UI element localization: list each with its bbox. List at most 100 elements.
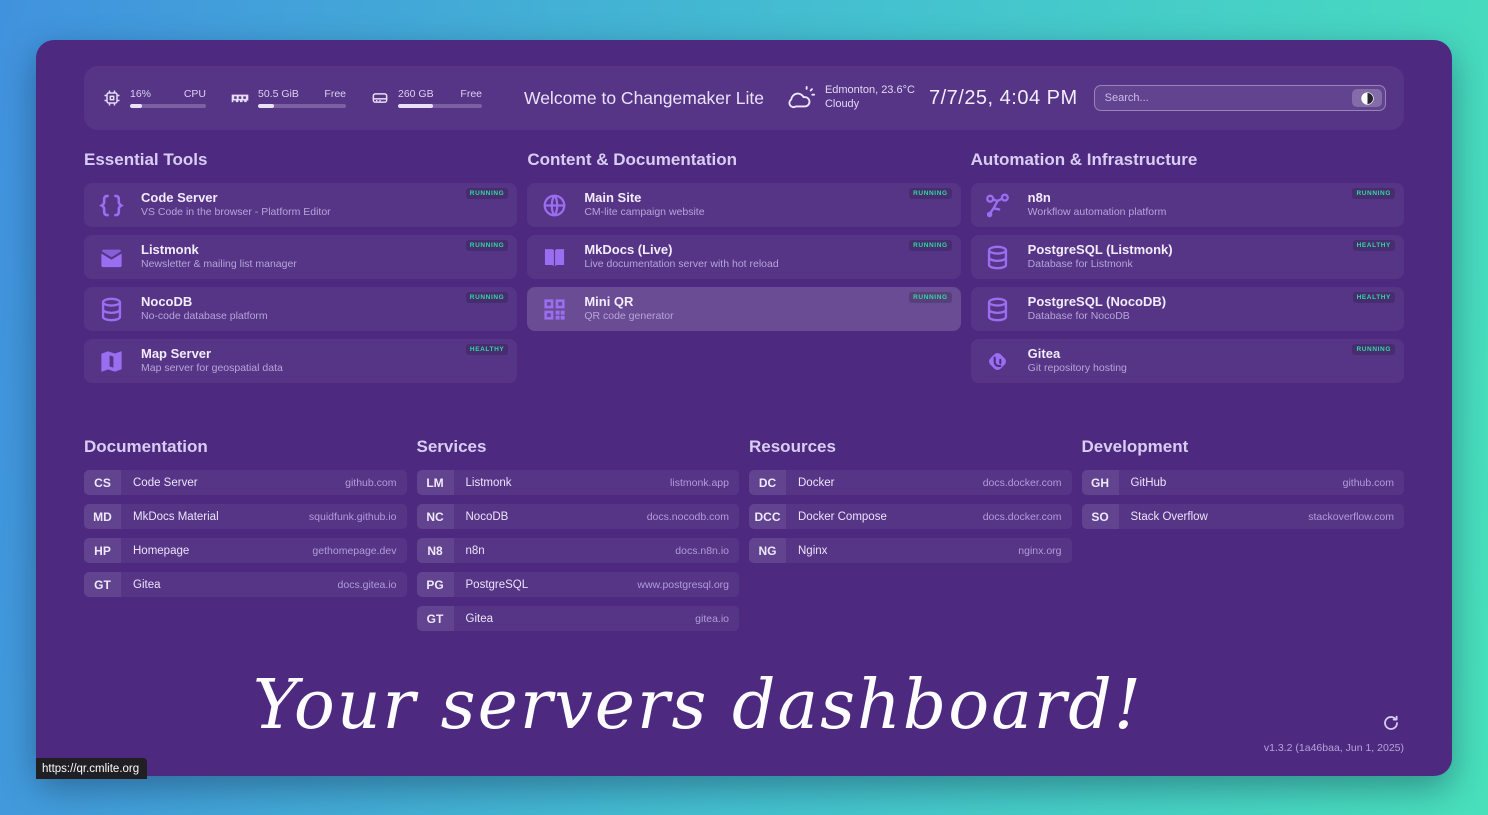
service-text: Code ServerVS Code in the browser - Plat… — [141, 190, 331, 220]
status-badge: RUNNING — [1352, 344, 1395, 355]
bookmark-item[interactable]: NGNginxnginx.org — [749, 538, 1072, 563]
memory-icon — [230, 88, 250, 108]
dashboard-panel: 16% CPU 50.5 GiB Free — [36, 40, 1452, 776]
status-badge: HEALTHY — [466, 344, 508, 355]
service-text: PostgreSQL (Listmonk)Database for Listmo… — [1028, 242, 1173, 272]
bookmark-url: stackoverflow.com — [1308, 511, 1394, 523]
refresh-icon — [1382, 714, 1400, 732]
service-description: VS Code in the browser - Platform Editor — [141, 206, 331, 220]
weather-location-temp: Edmonton, 23.6°C — [825, 84, 915, 98]
bookmark-item[interactable]: CSCode Servergithub.com — [84, 470, 407, 495]
tagline-text: Your servers dashboard! — [38, 666, 1358, 745]
duckduckgo-icon — [1361, 92, 1374, 105]
bookmark-abbr: NC — [417, 504, 454, 529]
bookmark-url: gethomepage.dev — [312, 545, 396, 557]
service-text: Mini QRQR code generator — [584, 294, 673, 324]
service-text: Main SiteCM-lite campaign website — [584, 190, 704, 220]
cpu-label: CPU — [184, 88, 206, 100]
bookmark-item[interactable]: N8n8ndocs.n8n.io — [417, 538, 740, 563]
bookmark-url: docs.nocodb.com — [647, 511, 729, 523]
bookmark-group-title: Services — [417, 437, 740, 457]
service-text: NocoDBNo-code database platform — [141, 294, 268, 324]
service-description: Newsletter & mailing list manager — [141, 258, 297, 272]
database-icon — [96, 294, 126, 324]
disk-progressbar — [398, 104, 482, 108]
bookmark-url: docs.docker.com — [983, 477, 1062, 489]
service-description: CM-lite campaign website — [584, 206, 704, 220]
service-name: Mini QR — [584, 294, 673, 310]
gitea-icon — [983, 346, 1013, 376]
braces-icon — [96, 190, 126, 220]
service-group: Automation & Infrastructure n8nWorkflow a… — [971, 150, 1404, 391]
status-badge: RUNNING — [466, 240, 509, 251]
bookmark-name: NocoDB — [466, 511, 509, 523]
disk-label: Free — [460, 88, 482, 100]
weather-condition: Cloudy — [825, 98, 915, 112]
memory-value: 50.5 GiB — [258, 88, 299, 100]
bookmark-item[interactable]: PGPostgreSQLwww.postgresql.org — [417, 572, 740, 597]
mail-icon — [96, 242, 126, 272]
bookmark-item[interactable]: GHGitHubgithub.com — [1082, 470, 1405, 495]
service-card[interactable]: Map ServerMap server for geospatial data… — [84, 339, 517, 383]
service-description: No-code database platform — [141, 310, 268, 324]
workflow-icon — [983, 190, 1013, 220]
status-badge: RUNNING — [909, 240, 952, 251]
disk-icon — [370, 88, 390, 108]
service-card[interactable]: Main SiteCM-lite campaign websiteRUNNING — [527, 183, 960, 227]
bookmark-name: Gitea — [466, 613, 494, 625]
service-card[interactable]: MkDocs (Live)Live documentation server w… — [527, 235, 960, 279]
service-card[interactable]: ListmonkNewsletter & mailing list manage… — [84, 235, 517, 279]
bookmark-item[interactable]: GTGiteagitea.io — [417, 606, 740, 631]
service-card[interactable]: GiteaGit repository hostingRUNNING — [971, 339, 1404, 383]
top-bar: 16% CPU 50.5 GiB Free — [84, 66, 1404, 130]
weather-widget[interactable]: Edmonton, 23.6°C Cloudy — [786, 83, 915, 113]
status-badge: RUNNING — [466, 188, 509, 199]
search-engine-button[interactable] — [1352, 89, 1382, 107]
bookmark-item[interactable]: LMListmonklistmonk.app — [417, 470, 740, 495]
bookmark-group: DevelopmentGHGitHubgithub.comSOStack Ove… — [1082, 437, 1405, 538]
bookmark-groups: Documentation CSCode Servergithub.com MDMk… — [84, 437, 1404, 640]
bookmark-group: Documentation CSCode Servergithub.com MDMk… — [84, 437, 407, 606]
bookmark-item[interactable]: SOStack Overflowstackoverflow.com — [1082, 504, 1405, 529]
bookmark-item[interactable]: MDMkDocs Materialsquidfunk.github.io — [84, 504, 407, 529]
cpu-widget: 16% CPU — [102, 88, 206, 108]
bookmark-abbr: LM — [417, 470, 454, 495]
bookmark-group-title: Resources — [749, 437, 1072, 457]
bookmark-group-title: Documentation — [84, 437, 407, 457]
search-input[interactable] — [1094, 85, 1386, 111]
status-badge: HEALTHY — [1353, 240, 1395, 251]
bookmark-url: listmonk.app — [670, 477, 729, 489]
bookmark-abbr: PG — [417, 572, 454, 597]
bookmark-url: github.com — [345, 477, 396, 489]
service-card[interactable]: NocoDBNo-code database platformRUNNING — [84, 287, 517, 331]
bookmark-url: github.com — [1343, 477, 1394, 489]
service-name: Main Site — [584, 190, 704, 206]
service-card[interactable]: Code ServerVS Code in the browser - Plat… — [84, 183, 517, 227]
bookmark-url: docs.n8n.io — [675, 545, 729, 557]
service-group: Content & DocumentationMain SiteCM-lite … — [527, 150, 960, 339]
service-name: MkDocs (Live) — [584, 242, 778, 258]
status-badge: HEALTHY — [1353, 292, 1395, 303]
refresh-button[interactable] — [1382, 714, 1400, 732]
link-preview-tooltip: https://qr.cmlite.org — [36, 758, 147, 779]
service-card[interactable]: PostgreSQL (NocoDB)Database for NocoDBHE… — [971, 287, 1404, 331]
service-description: Map server for geospatial data — [141, 362, 283, 376]
bookmark-name: Docker — [798, 477, 834, 489]
bookmark-item[interactable]: GTGiteadocs.gitea.io — [84, 572, 407, 597]
bookmark-item[interactable]: DCCDocker Composedocs.docker.com — [749, 504, 1072, 529]
bookmark-name: Docker Compose — [798, 511, 887, 523]
cpu-value: 16% — [130, 88, 151, 100]
service-group-title: Automation & Infrastructure — [971, 150, 1404, 170]
service-card[interactable]: Mini QRQR code generatorRUNNING — [527, 287, 960, 331]
bookmark-item[interactable]: HPHomepagegethomepage.dev — [84, 538, 407, 563]
bookmark-url: www.postgresql.org — [637, 579, 729, 591]
cpu-icon — [102, 88, 122, 108]
service-card[interactable]: n8nWorkflow automation platformRUNNING — [971, 183, 1404, 227]
bookmark-abbr: CS — [84, 470, 121, 495]
service-card[interactable]: PostgreSQL (Listmonk)Database for Listmo… — [971, 235, 1404, 279]
bookmark-name: Homepage — [133, 545, 189, 557]
service-description: Workflow automation platform — [1028, 206, 1167, 220]
bookmark-item[interactable]: DCDockerdocs.docker.com — [749, 470, 1072, 495]
bookmark-url: docs.docker.com — [983, 511, 1062, 523]
bookmark-item[interactable]: NC NocoDB docs.nocodb.com — [417, 504, 740, 529]
